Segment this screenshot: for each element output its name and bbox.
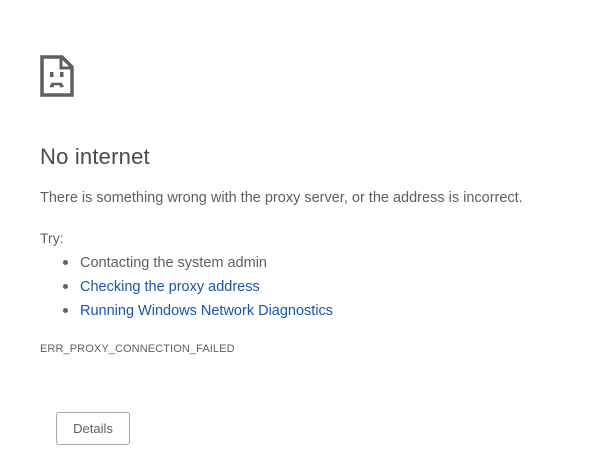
check-proxy-link[interactable]: Checking the proxy address — [80, 279, 260, 295]
bullet-icon — [63, 260, 68, 265]
suggestion-text: Contacting the system admin — [80, 255, 267, 271]
error-description: There is something wrong with the proxy … — [40, 190, 523, 206]
suggestion-item-network-diagnostics: Running Windows Network Diagnostics — [40, 300, 333, 324]
error-code: ERR_PROXY_CONNECTION_FAILED — [40, 343, 235, 355]
suggestion-item-check-proxy: Checking the proxy address — [40, 276, 333, 300]
try-label: Try: — [40, 230, 64, 246]
details-button[interactable]: Details — [56, 412, 130, 445]
sad-page-icon — [40, 55, 74, 97]
suggestion-item-contact-admin: Contacting the system admin — [40, 252, 333, 276]
error-title: No internet — [40, 144, 150, 169]
network-diagnostics-link[interactable]: Running Windows Network Diagnostics — [80, 303, 333, 319]
bullet-icon — [63, 308, 68, 313]
suggestion-list: Contacting the system admin Checking the… — [40, 252, 333, 324]
bullet-icon — [63, 284, 68, 289]
